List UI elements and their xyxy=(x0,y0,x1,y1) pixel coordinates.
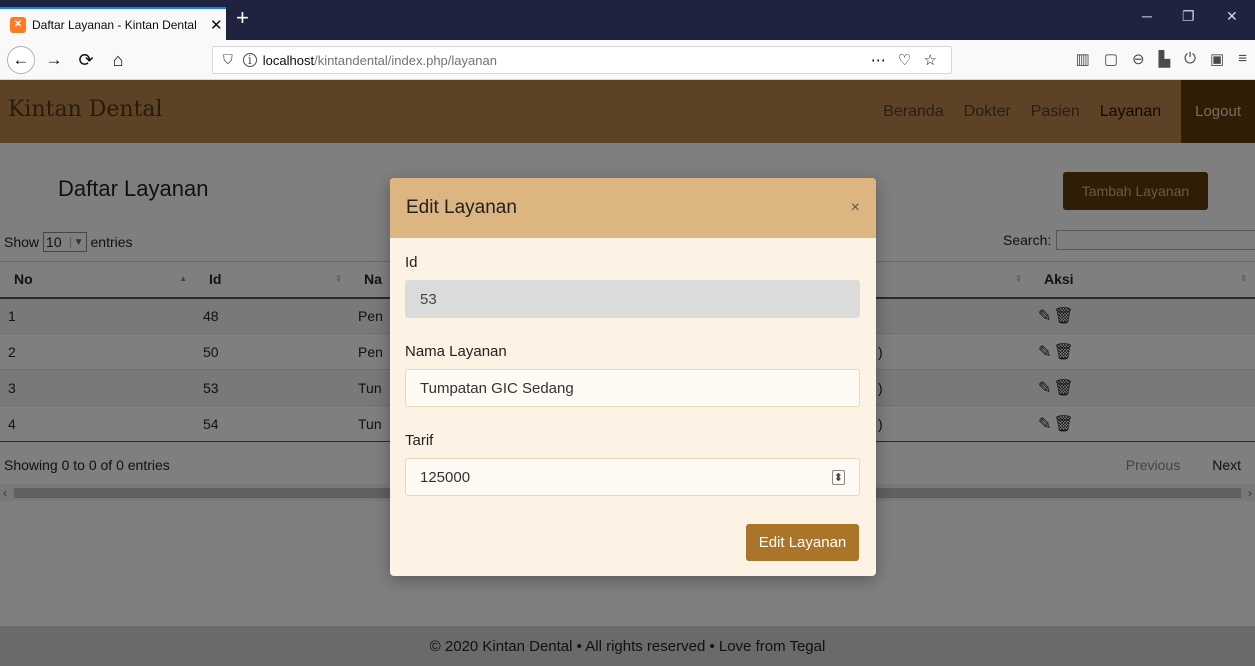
tarif-value: 125000 xyxy=(420,468,471,486)
id-label: Id xyxy=(405,254,418,271)
browser-toolbar-icons: ▥ ▢ ⊖ ▙ ⏻ ▣ ≡ xyxy=(1076,50,1247,68)
library-icon[interactable]: ▥ xyxy=(1076,50,1090,68)
tarif-label: Tarif xyxy=(405,432,434,449)
back-arrow-icon[interactable]: ← xyxy=(7,46,35,74)
window-close-icon[interactable]: ✕ xyxy=(1226,8,1238,25)
id-value: 53 xyxy=(420,290,437,308)
id-field: 53 xyxy=(405,280,860,318)
tarif-field-group: Tarif 125000 ⬍ xyxy=(405,432,860,496)
tracking-shield-icon[interactable]: ⛉ xyxy=(223,52,233,68)
modal-body: Id 53 Nama Layanan Tumpatan GIC Sedang T… xyxy=(390,238,876,496)
edit-layanan-submit-button[interactable]: Edit Layanan xyxy=(746,524,859,561)
modal-header: Edit Layanan × xyxy=(390,178,876,238)
xampp-favicon-icon: ✕ xyxy=(10,16,26,33)
screenshot-icon[interactable]: ▙ xyxy=(1159,50,1171,68)
tarif-field[interactable]: 125000 ⬍ xyxy=(405,458,860,496)
browser-tabbar: ✕ Daftar Layanan - Kintan Dental ✕ + ─ ❐… xyxy=(0,0,1255,40)
home-icon[interactable]: ⌂ xyxy=(104,46,132,74)
window-restore-icon[interactable]: ❐ xyxy=(1182,8,1195,25)
number-stepper-icon[interactable]: ⬍ xyxy=(831,469,845,485)
edit-layanan-modal: Edit Layanan × Id 53 Nama Layanan Tumpat… xyxy=(390,178,876,576)
nama-label: Nama Layanan xyxy=(405,343,507,360)
nama-field-group: Nama Layanan Tumpatan GIC Sedang xyxy=(405,343,860,407)
menu-icon[interactable]: ≡ xyxy=(1238,50,1247,68)
close-icon[interactable]: × xyxy=(851,199,860,217)
modal-title: Edit Layanan xyxy=(406,197,517,218)
new-tab-button[interactable]: + xyxy=(236,5,249,31)
forward-arrow-icon[interactable]: → xyxy=(40,46,68,74)
url-actions-icons[interactable]: ⋯ ♡ ☆ xyxy=(871,51,941,69)
reload-icon[interactable]: ⟳ xyxy=(72,46,100,74)
nama-layanan-field[interactable]: Tumpatan GIC Sedang xyxy=(405,369,860,407)
power-icon[interactable]: ⏻ xyxy=(1184,50,1196,68)
url-bar[interactable]: ⛉ i localhost/kintandental/index.php/lay… xyxy=(212,46,952,74)
id-field-group: Id 53 xyxy=(405,254,860,318)
sidebar-icon[interactable]: ▢ xyxy=(1104,50,1118,68)
tab-title: Daftar Layanan - Kintan Dental xyxy=(32,17,197,32)
url-host: localhost xyxy=(262,52,315,68)
url-text: localhost/kintandental/index.php/layanan xyxy=(263,53,497,68)
nama-value: Tumpatan GIC Sedang xyxy=(420,379,574,397)
browser-toolbar: ← → ⟳ ⌂ ⛉ i localhost/kintandental/index… xyxy=(0,40,1255,80)
extension-icon[interactable]: ▣ xyxy=(1210,50,1224,68)
browser-tab-active[interactable]: ✕ Daftar Layanan - Kintan Dental ✕ xyxy=(0,7,226,40)
window-minimize-icon[interactable]: ─ xyxy=(1142,8,1152,24)
account-icon[interactable]: ⊖ xyxy=(1132,50,1145,68)
site-info-icon[interactable]: i xyxy=(242,53,257,67)
tab-close-icon[interactable]: ✕ xyxy=(210,16,223,34)
url-path: /kintandental/index.php/layanan xyxy=(314,52,497,68)
page-content: Kintan Dental Beranda Dokter Pasien Laya… xyxy=(0,80,1255,666)
